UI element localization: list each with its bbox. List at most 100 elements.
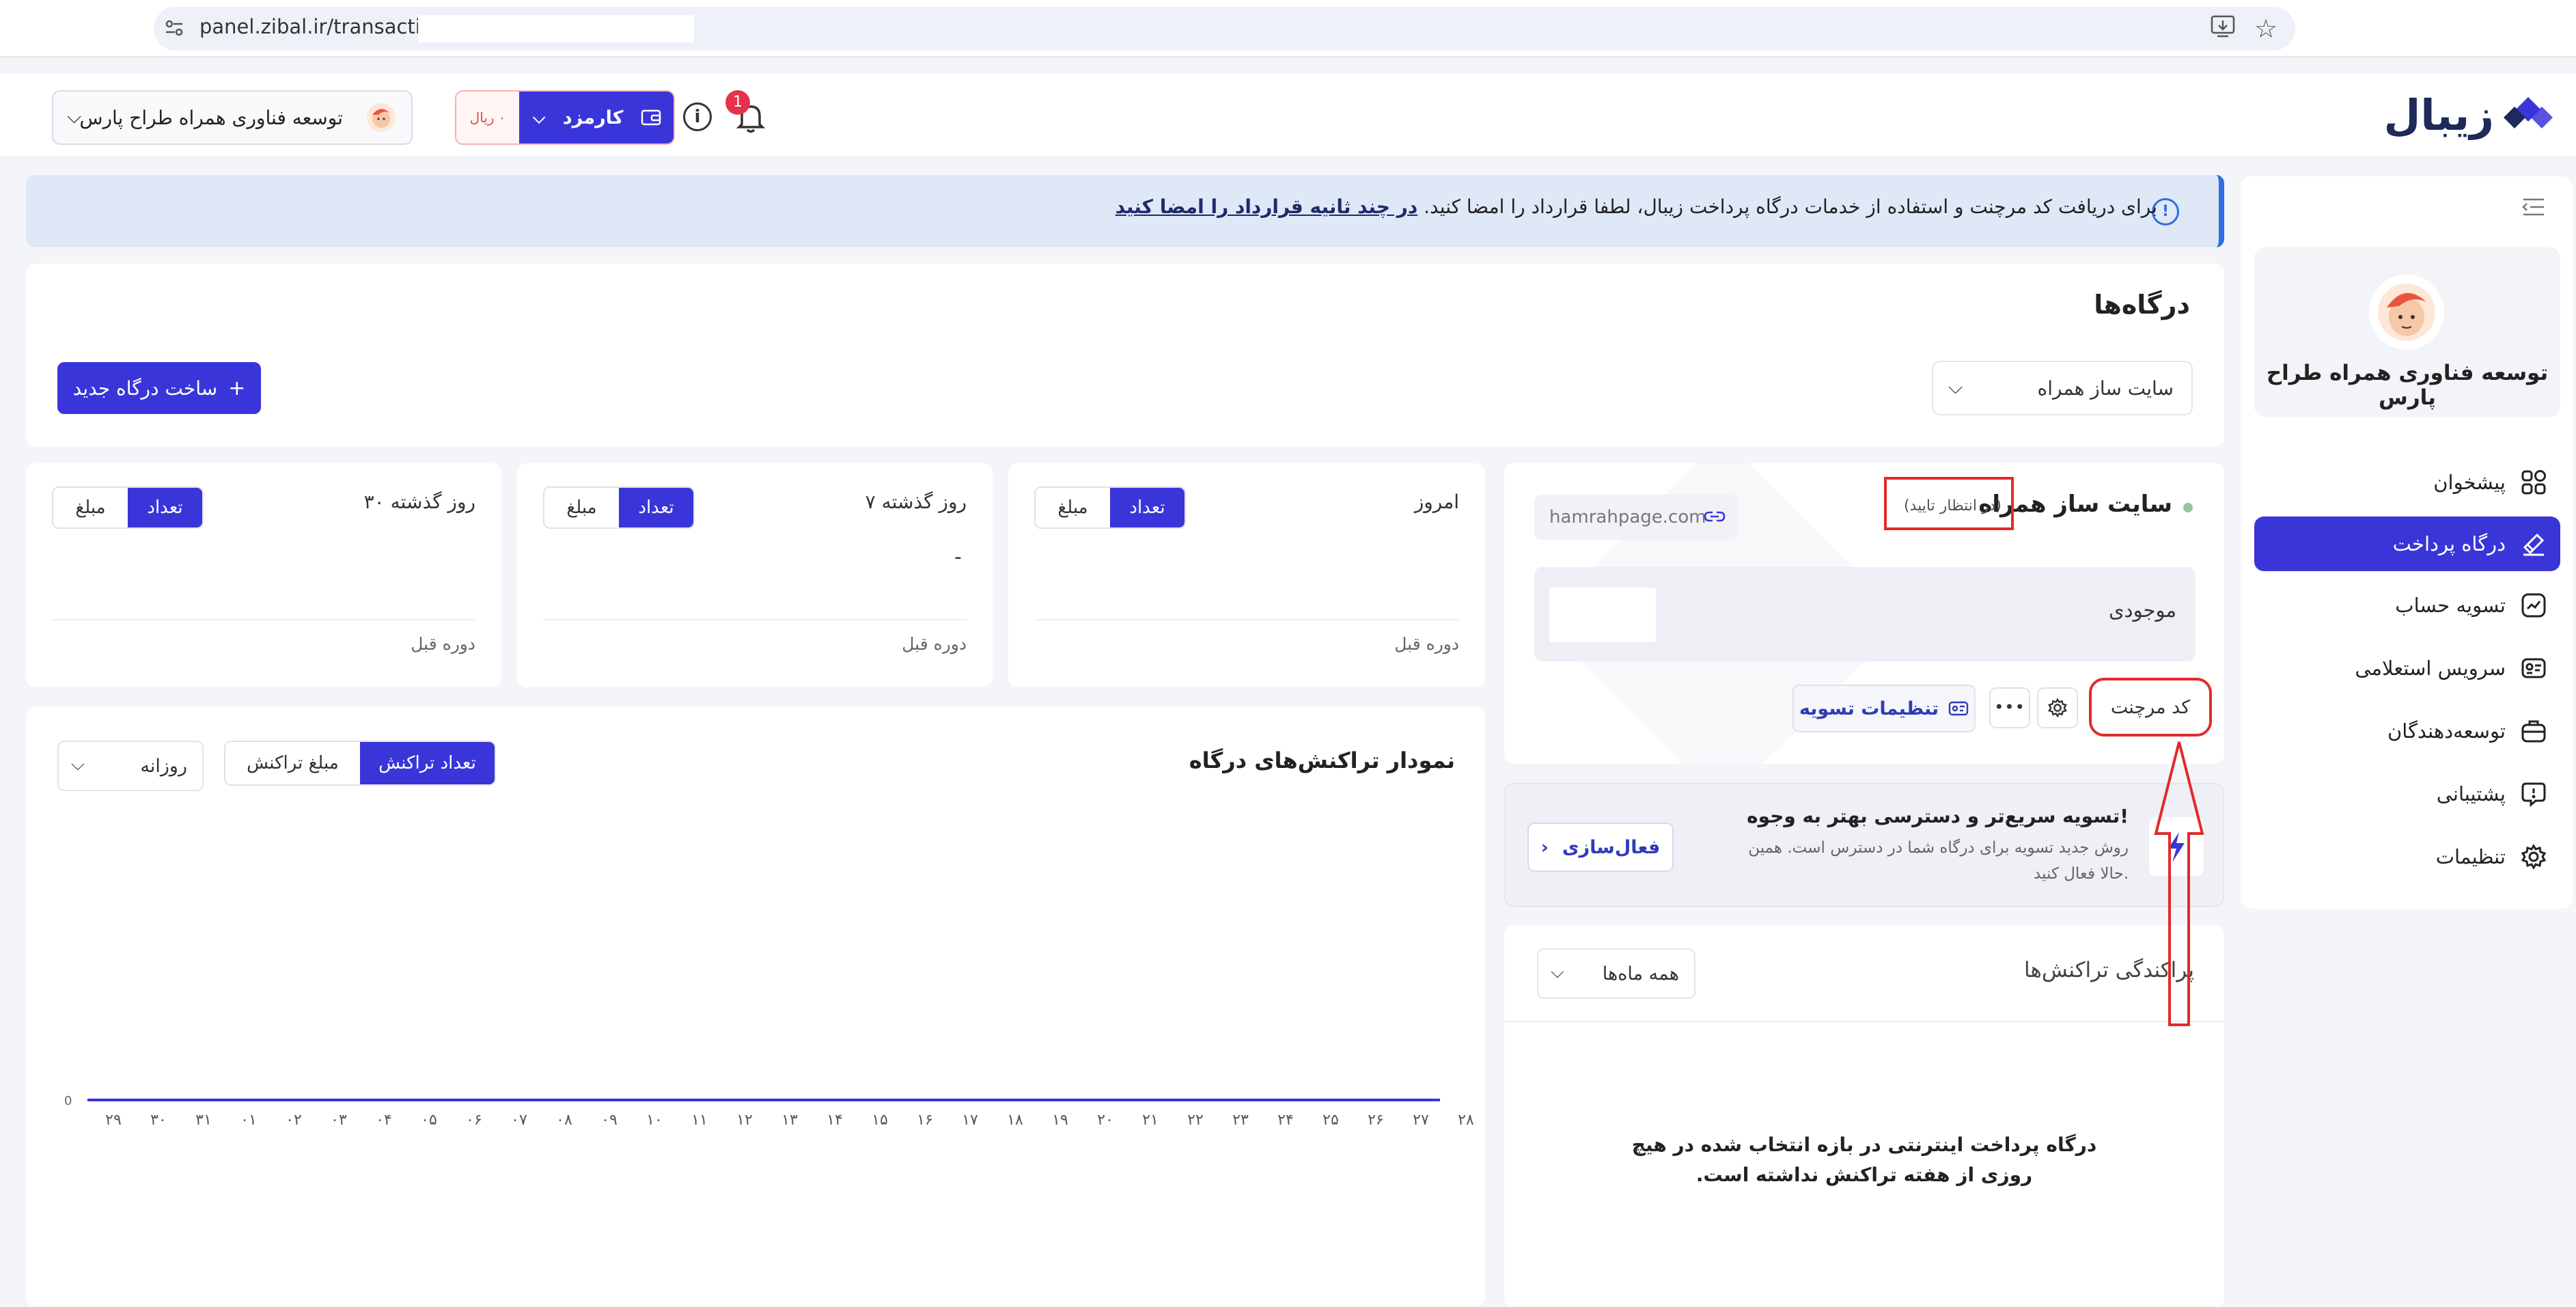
fee-widget[interactable]: ۰ ریال کارمزد ⌵ — [455, 90, 675, 145]
x-tick-label: ۱۹ — [1052, 1112, 1068, 1129]
amount-tab[interactable]: مبلغ — [1036, 488, 1110, 527]
balance-value — [1549, 588, 1656, 642]
gear-icon — [2521, 844, 2547, 870]
stat-title: امروز — [1414, 491, 1459, 513]
x-tick-label: ۲۹ — [105, 1112, 122, 1129]
fee-button[interactable]: کارمزد ⌵ — [519, 92, 674, 143]
info-icon[interactable]: i — [683, 102, 712, 131]
count-tab[interactable]: تعداد — [1110, 488, 1185, 527]
id-card-icon — [2521, 658, 2546, 678]
settlement-settings-button[interactable]: تنظیمات تسویه — [1792, 685, 1976, 732]
url-redacted — [418, 15, 694, 42]
month-filter-value: همه ماه‌ها — [1602, 963, 1679, 985]
activate-label: فعال‌سازی — [1562, 836, 1661, 858]
month-filter-select[interactable]: همه ماه‌ها ⌵ — [1537, 948, 1695, 999]
stat-toggle[interactable]: مبلغ تعداد — [543, 486, 695, 529]
zibal-logo-icon — [2504, 97, 2553, 128]
sidebar-item-label: پیشخوان — [2433, 471, 2506, 494]
sidebar-item-developers[interactable]: توسعه‌دهندگان — [2254, 704, 2560, 758]
status-badge: (در انتظار تایید) — [1904, 497, 2002, 514]
sidebar-item-label: پشتیبانی — [2436, 782, 2506, 806]
briefcase-icon — [2521, 720, 2546, 743]
settlement-icon — [1948, 701, 1969, 716]
count-tab[interactable]: تعداد تراکنش — [360, 742, 495, 784]
divider — [1504, 1021, 2224, 1022]
empty-state-message: درگاه پرداخت اینترنتی در بازه انتخاب شده… — [1631, 1133, 2097, 1186]
merchant-selector[interactable]: توسعه فناوری همراه طراح پارس ⌵ — [52, 90, 413, 145]
divider — [543, 619, 967, 620]
balance-box: موجودی — [1534, 567, 2196, 661]
x-tick-label: ۱۵ — [872, 1112, 888, 1129]
sidebar-item-label: توسعه‌دهندگان — [2387, 719, 2506, 743]
site-settings-icon[interactable] — [164, 18, 184, 38]
domain-pill[interactable]: hamrahpage.com — [1534, 495, 1738, 540]
x-tick-label: ۲۵ — [1322, 1112, 1339, 1129]
stat-title: ۳۰ روز گذشته — [363, 491, 475, 513]
chart-line-icon — [2521, 593, 2546, 618]
chevron-down-icon: ⌵ — [1551, 962, 1564, 982]
profile-avatar — [2369, 275, 2444, 350]
gateway-detail-card: سایت ساز همراه (در انتظار تایید) hamrahp… — [1504, 463, 2224, 764]
activate-button[interactable]: فعال‌سازی ‹ — [1527, 823, 1674, 872]
chart-period-value: روزانه — [140, 756, 187, 777]
x-tick-label: ۰۲ — [286, 1112, 302, 1129]
x-tick-label: ۰۷ — [511, 1112, 527, 1129]
chevron-down-icon: ⌵ — [533, 108, 546, 127]
transactions-line-chart: 0 ۲۹ ۳۰ ۳۱ ۰۱ ۰۲ ۰۳ ۰۴ ۰۵ ۰۶ ۰۷ ۰۸ ۰۹ ۱۰ ۱۱ ۱۲ ۱۳ ۱۴ ۱۵ ۱۶ ۱… — [64, 1094, 1474, 1129]
x-tick-label: ۰۶ — [466, 1112, 482, 1129]
x-tick-label: ۰۳ — [331, 1112, 347, 1129]
x-tick-label: ۲۱ — [1142, 1112, 1159, 1129]
sidebar-item-dashboard[interactable]: پیشخوان — [2254, 455, 2560, 510]
x-tick-label: ۰۹ — [601, 1112, 618, 1129]
x-tick-label: ۳۰ — [150, 1112, 167, 1129]
x-tick-label: ۳۱ — [195, 1112, 212, 1129]
fee-currency: ریال — [469, 109, 495, 126]
domain-text: hamrahpage.com — [1549, 507, 1706, 527]
sign-contract-link[interactable]: در چند ثانیه قرارداد را امضا کنید — [1116, 195, 1418, 218]
stat-card-today: امروز مبلغ تعداد دوره قبل — [1008, 463, 1485, 687]
distribution-card: پراکندگی تراکنش‌ها همه ماه‌ها ⌵ درگاه پر… — [1504, 925, 2224, 1307]
count-tab[interactable]: تعداد — [619, 488, 693, 527]
sidebar-item-inquiry[interactable]: سرویس استعلامی — [2254, 641, 2560, 696]
sidebar-item-label: درگاه پرداخت — [2392, 532, 2506, 555]
profile-name: توسعه فناوری همراه طراح پارس — [2266, 361, 2549, 410]
x-tick-label: ۰۱ — [240, 1112, 257, 1129]
x-tick-label: ۱۶ — [917, 1112, 933, 1129]
x-tick-label: ۲۳ — [1232, 1112, 1249, 1129]
sidebar-item-support[interactable]: پشتیبانی — [2254, 767, 2560, 821]
divider — [52, 619, 475, 620]
stat-toggle[interactable]: مبلغ تعداد — [1034, 486, 1186, 529]
brand-logo[interactable]: زیبال — [2384, 87, 2556, 142]
amount-tab[interactable]: مبلغ تراکنش — [225, 742, 360, 784]
grid-icon — [2521, 470, 2546, 495]
plus-icon: + — [228, 376, 246, 400]
count-tab[interactable]: تعداد — [128, 488, 202, 527]
balance-label: موجودی — [2108, 599, 2176, 622]
stat-toggle[interactable]: مبلغ تعداد — [52, 486, 204, 529]
page-title: درگاه‌ها — [2094, 290, 2190, 320]
annotation-arrow — [2154, 741, 2204, 1026]
merchant-code-highlight — [2089, 678, 2212, 737]
chart-period-select[interactable]: روزانه ⌵ — [57, 741, 204, 791]
gateway-select[interactable]: سایت ساز همراه ⌵ — [1932, 361, 2193, 415]
x-tick-label: ۲۰ — [1097, 1112, 1113, 1129]
x-tick-label: ۰۵ — [421, 1112, 437, 1129]
amount-tab[interactable]: مبلغ — [53, 488, 128, 527]
sidebar-item-payment-gateway[interactable]: درگاه پرداخت — [2254, 517, 2560, 571]
transactions-chart-card: نمودار تراکنش‌های درگاه مبلغ تراکنش تعدا… — [26, 706, 1485, 1307]
chart-metric-toggle[interactable]: مبلغ تراکنش تعداد تراکنش — [224, 741, 496, 786]
x-tick-label: ۱۷ — [962, 1112, 978, 1129]
amount-tab[interactable]: مبلغ — [544, 488, 619, 527]
bookmark-star-icon[interactable]: ☆ — [2254, 14, 2277, 44]
more-options-icon[interactable]: ••• — [1989, 687, 2030, 728]
new-gateway-button[interactable]: + ساخت درگاه جدید — [57, 362, 261, 414]
status-highlight: (در انتظار تایید) — [1884, 477, 2014, 530]
gear-icon[interactable] — [2037, 687, 2078, 728]
fee-amount: ۰ ریال — [456, 92, 519, 143]
gateways-card: درگاه‌ها سایت ساز همراه ⌵ + ساخت درگاه ج… — [26, 264, 2224, 447]
sidebar-collapse-icon[interactable] — [2522, 197, 2545, 217]
sidebar-item-settings[interactable]: تنظیمات — [2254, 829, 2560, 884]
sidebar-item-settlement[interactable]: تسویه حساب — [2254, 578, 2560, 633]
install-app-icon[interactable] — [2211, 15, 2235, 38]
merchant-avatar — [367, 103, 396, 132]
